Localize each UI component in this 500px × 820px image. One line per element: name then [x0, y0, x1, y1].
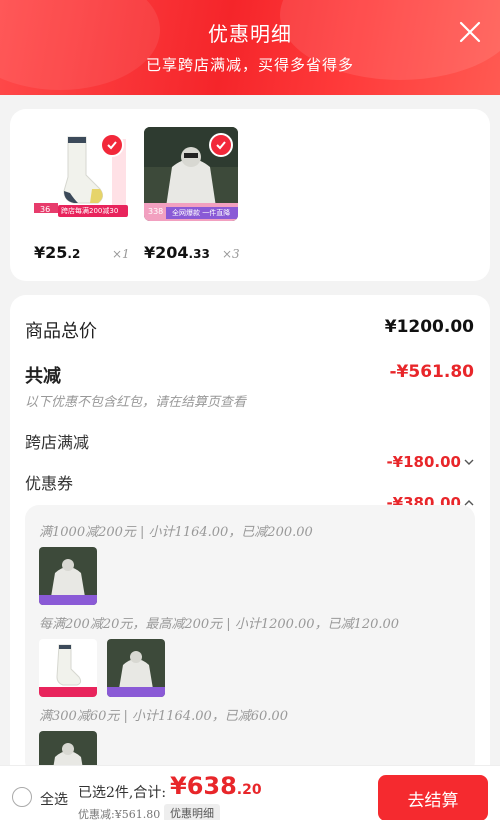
product-2-qty: ×3: [222, 247, 240, 261]
product-2-badge: 338: [148, 207, 164, 216]
coupon-line: 每满200减20元，最高减200元 | 小计1200.00，已减120.00: [39, 617, 400, 632]
product-1-qty: ×1: [112, 247, 130, 261]
select-all-radio[interactable]: [12, 787, 32, 807]
selected-products-card: 36 跨店每满200减30 ¥25.2 ×1 338 全网爆款 一件直降 ¥20…: [10, 109, 490, 281]
cross-store-row[interactable]: 跨店满减 -¥180.00: [25, 429, 474, 471]
total-label: 商品总价: [25, 321, 97, 342]
page-title: 优惠明细: [208, 22, 292, 46]
coupon-line: 满1000减200元 | 小计1164.00，已减200.00: [39, 525, 313, 540]
thumb-jacket: [107, 639, 165, 697]
product-2-price: ¥204.33: [144, 243, 210, 262]
coupon-label: 优惠券: [25, 474, 74, 493]
selected-summary: 已选2件,合计:: [78, 785, 167, 801]
thumb-socks: [39, 639, 97, 697]
page-subtitle: 已享跨店满减，买得多省得多: [145, 56, 354, 74]
discount-detail-button[interactable]: 优惠明细: [164, 804, 220, 820]
product-1-banner: 跨店每满200减30: [61, 207, 119, 215]
product-1-badge: 36: [40, 205, 51, 214]
reduce-row: 共减 -¥561.80: [25, 362, 474, 388]
price-summary-card: 商品总价 ¥1200.00 共减 -¥561.80 以下优惠不包含红包，请在结算…: [10, 295, 490, 789]
reduce-value: -¥561.80: [389, 362, 475, 382]
coupon-details: 满1000减200元 | 小计1164.00，已减200.00 每满200减20…: [25, 505, 475, 789]
cross-store-label: 跨店满减: [25, 433, 90, 452]
discount-summary: 优惠减:¥561.80: [78, 808, 161, 820]
header-banner: 优惠明细 已享跨店满减，买得多省得多: [0, 0, 500, 95]
product-2-banner: 全网爆款 一件直降: [172, 209, 231, 217]
coupon-line: 满300减60元 | 小计1164.00，已减60.00: [39, 709, 288, 724]
check-icon[interactable]: [100, 133, 124, 157]
checkout-button[interactable]: 去结算: [378, 775, 488, 820]
total-row: 商品总价 ¥1200.00: [25, 317, 474, 343]
product-1-price: ¥25.2: [34, 243, 81, 262]
check-icon[interactable]: [209, 133, 233, 157]
reduce-label: 共减: [25, 366, 61, 387]
thumb-jacket: [39, 547, 97, 605]
total-amount: ¥638.20: [170, 772, 262, 800]
cross-store-value: -¥180.00: [386, 453, 474, 471]
discount-note: 以下优惠不包含红包，请在结算页查看: [25, 395, 247, 410]
total-value: ¥1200.00: [384, 317, 474, 337]
chevron-down-icon: [464, 459, 474, 465]
close-icon[interactable]: [458, 20, 482, 44]
coupon-row[interactable]: 优惠券 -¥380.00: [25, 470, 474, 512]
checkout-bar: 全选 已选2件,合计: ¥638.20 优惠减:¥561.80 优惠明细 去结算: [0, 765, 500, 820]
select-all-label[interactable]: 全选: [40, 789, 68, 809]
